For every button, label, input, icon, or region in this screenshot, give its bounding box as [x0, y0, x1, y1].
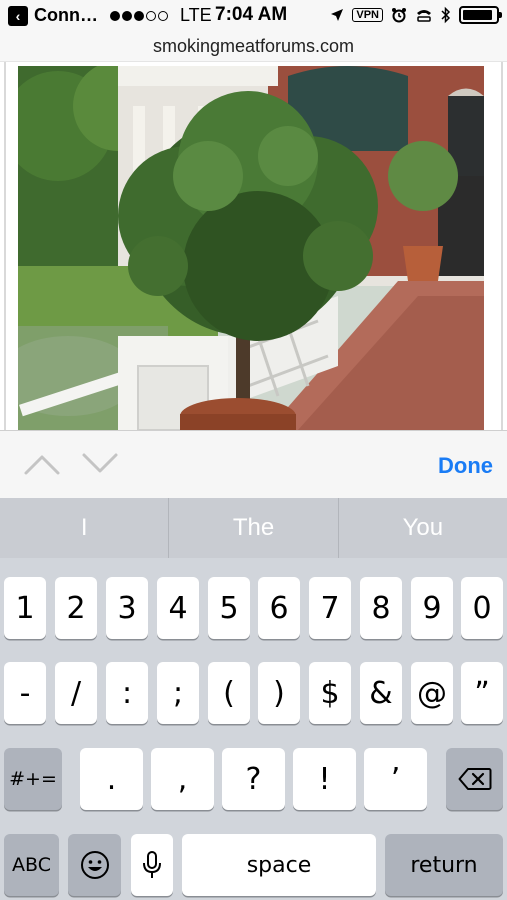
key-2[interactable]: 2	[55, 577, 97, 639]
key-0[interactable]: 0	[461, 577, 503, 639]
next-field-chevron-down-icon[interactable]	[80, 449, 120, 479]
dictation-key[interactable]	[131, 834, 173, 896]
backspace-icon	[458, 768, 491, 790]
key-8[interactable]: 8	[360, 577, 402, 639]
prediction-suggestion[interactable]: I	[0, 498, 170, 558]
key-open-paren[interactable]: (	[208, 662, 250, 724]
status-bar: ‹ Conn… LTE 7:04 AM VPN	[0, 0, 507, 32]
key-exclamation[interactable]: !	[293, 748, 356, 810]
key-9[interactable]: 9	[411, 577, 453, 639]
key-at[interactable]: @	[411, 662, 453, 724]
key-quote[interactable]: ”	[461, 662, 503, 724]
return-key[interactable]: return	[385, 834, 503, 896]
network-type: LTE	[179, 5, 212, 25]
key-7[interactable]: 7	[309, 577, 351, 639]
content-border	[501, 62, 503, 430]
tty-icon	[417, 10, 431, 22]
key-colon[interactable]: :	[106, 662, 148, 724]
carrier-label[interactable]: Conn…	[34, 5, 98, 26]
key-comma[interactable]: ,	[151, 748, 214, 810]
key-question[interactable]: ?	[222, 748, 285, 810]
previous-field-chevron-up-icon[interactable]	[22, 449, 62, 479]
key-apostrophe[interactable]: ’	[364, 748, 427, 810]
content-border	[4, 62, 6, 430]
space-key[interactable]: space	[182, 834, 376, 896]
prediction-suggestion[interactable]: The	[169, 498, 339, 558]
more-symbols-key[interactable]: #+=	[4, 748, 62, 810]
back-to-app-icon[interactable]: ‹	[8, 5, 28, 26]
keyboard: 1 2 3 4 5 6 7 8 9 0 - / : ; ( ) $ & @ ” …	[0, 558, 507, 900]
battery-icon	[459, 6, 502, 24]
alarm-clock-icon	[392, 8, 406, 23]
microphone-icon	[143, 851, 161, 878]
vpn-badge: VPN	[352, 8, 383, 22]
key-hyphen[interactable]: -	[4, 662, 46, 724]
abc-key[interactable]: ABC	[4, 834, 59, 896]
key-semicolon[interactable]: ;	[157, 662, 199, 724]
key-6[interactable]: 6	[258, 577, 300, 639]
predictive-text-bar: I The You	[0, 498, 507, 558]
emoji-icon	[80, 851, 109, 879]
key-1[interactable]: 1	[4, 577, 46, 639]
key-5[interactable]: 5	[208, 577, 250, 639]
key-slash[interactable]: /	[55, 662, 97, 724]
key-close-paren[interactable]: )	[258, 662, 300, 724]
url-domain[interactable]: smokingmeatforums.com	[153, 36, 354, 57]
location-arrow-icon	[331, 9, 344, 21]
key-dollar[interactable]: $	[309, 662, 351, 724]
delete-key[interactable]	[446, 748, 503, 810]
key-period[interactable]: .	[80, 748, 143, 810]
key-4[interactable]: 4	[157, 577, 199, 639]
signal-strength-icon	[109, 10, 168, 21]
key-ampersand[interactable]: &	[360, 662, 402, 724]
web-content	[0, 62, 507, 430]
clock: 7:04 AM	[215, 4, 288, 25]
emoji-key[interactable]	[68, 834, 121, 896]
done-button[interactable]: Done	[438, 453, 493, 479]
key-3[interactable]: 3	[106, 577, 148, 639]
url-bar[interactable]: smokingmeatforums.com	[0, 32, 507, 62]
prediction-suggestion[interactable]: You	[339, 498, 507, 558]
form-accessory-bar: Done	[0, 430, 507, 498]
bluetooth-icon	[441, 6, 451, 24]
tree-photo	[18, 66, 484, 430]
